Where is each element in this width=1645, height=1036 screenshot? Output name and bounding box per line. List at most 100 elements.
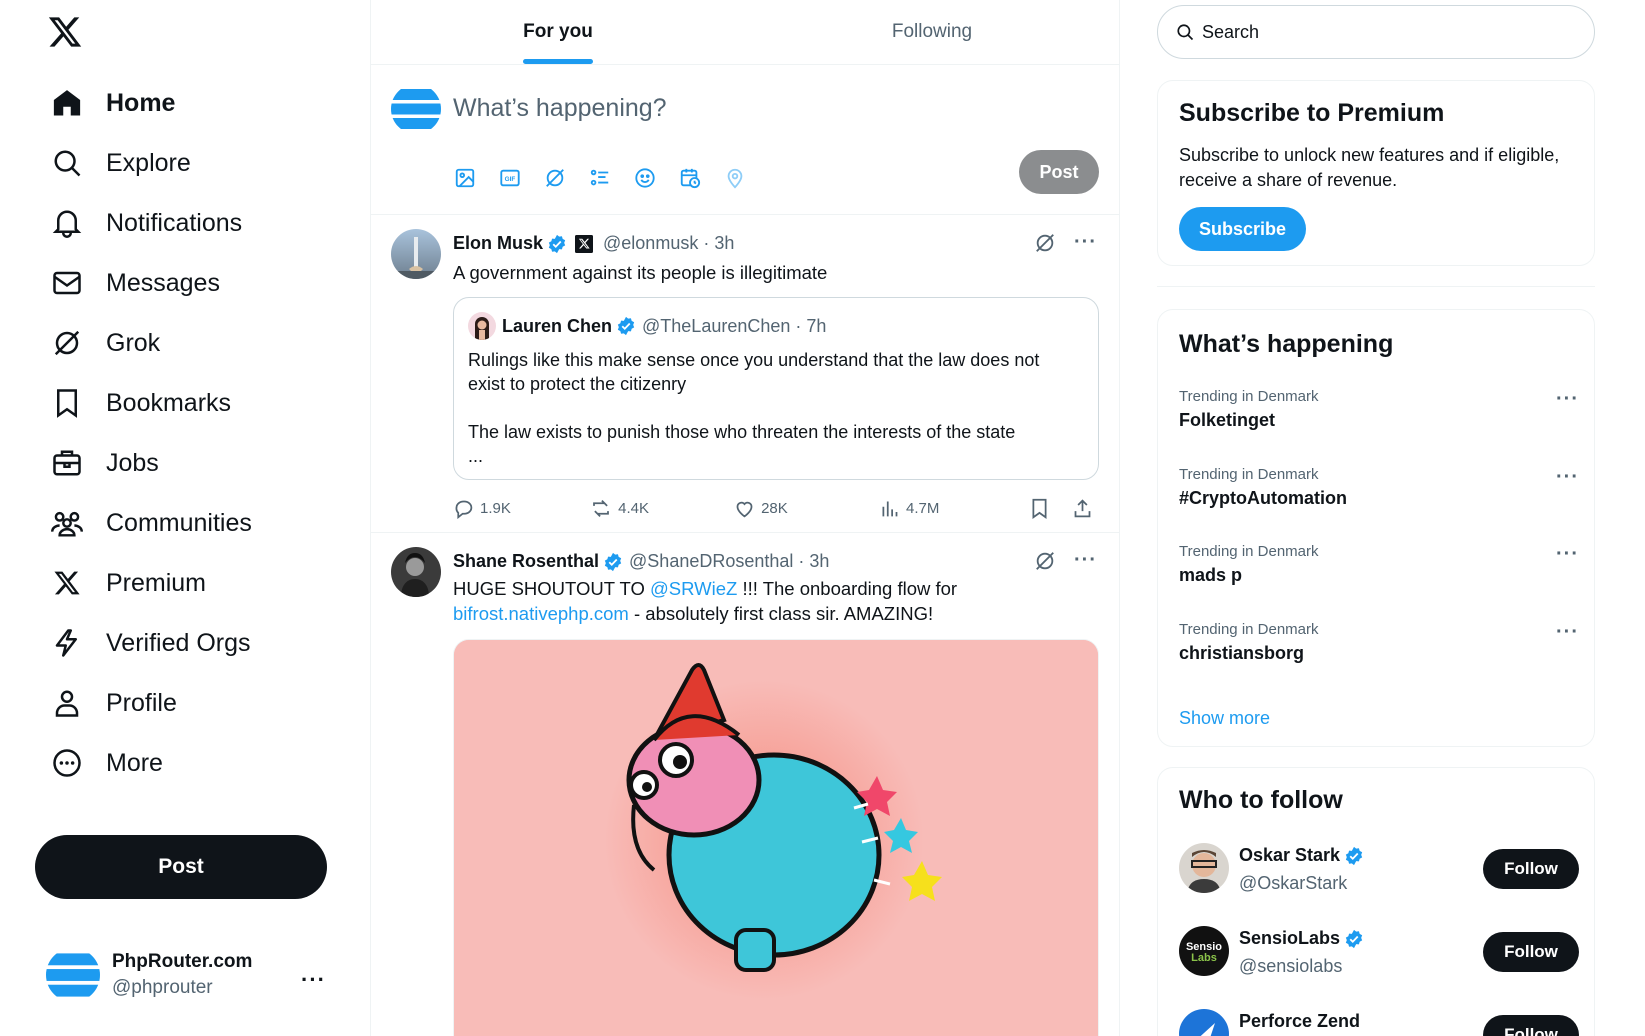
show-more-link[interactable]: Show more: [1179, 708, 1270, 729]
poll-icon[interactable]: [588, 166, 612, 190]
nav-profile[interactable]: Profile: [50, 680, 177, 726]
tweet[interactable]: Shane Rosenthal @ShaneDRosenthal · 3h ··…: [371, 533, 1119, 1036]
follow-button[interactable]: Follow: [1483, 932, 1579, 972]
follow-suggestion[interactable]: Sensio Labs SensioLabs @sensiolabs Follow: [1179, 926, 1579, 982]
nav-explore[interactable]: Explore: [50, 140, 191, 186]
grok-icon[interactable]: [543, 166, 567, 190]
trend-context: Trending in Denmark: [1179, 621, 1319, 638]
left-nav: Home Explore Notifications Messages Grok…: [0, 0, 370, 1036]
nav-jobs[interactable]: Jobs: [50, 440, 159, 486]
trend-item[interactable]: Trending in Denmark mads p ···: [1179, 543, 1579, 586]
schedule-icon[interactable]: [678, 166, 702, 190]
tab-indicator: [523, 59, 593, 64]
trend-context: Trending in Denmark: [1179, 466, 1319, 483]
grok-icon[interactable]: [1034, 550, 1056, 572]
avatar: [1179, 843, 1229, 893]
search-box[interactable]: [1157, 5, 1595, 59]
follow-button[interactable]: Follow: [1483, 1015, 1579, 1036]
reply-button[interactable]: 1.9K: [453, 498, 590, 519]
compose-post-button[interactable]: Post: [1019, 150, 1099, 194]
nav-messages[interactable]: Messages: [50, 260, 220, 306]
tweet-text-part: !!! The onboarding flow for: [737, 578, 958, 599]
mention-link[interactable]: @SRWieZ: [650, 578, 737, 599]
follow-button[interactable]: Follow: [1483, 849, 1579, 889]
grok-icon[interactable]: [1034, 232, 1056, 254]
author-name[interactable]: Elon Musk: [453, 233, 543, 254]
trend-context: Trending in Denmark: [1179, 543, 1319, 560]
more-icon[interactable]: ···: [1556, 466, 1579, 489]
home-icon: [50, 86, 84, 120]
trend-item[interactable]: Trending in Denmark #CryptoAutomation ··…: [1179, 466, 1579, 509]
nav-more[interactable]: More: [50, 740, 163, 786]
subscribe-button[interactable]: Subscribe: [1179, 207, 1306, 251]
quoted-tweet[interactable]: Lauren Chen @TheLaurenChen · 7h Rulings …: [453, 297, 1099, 480]
trend-item[interactable]: Trending in Denmark christiansborg ···: [1179, 621, 1579, 664]
person-icon: [50, 686, 84, 720]
name-text: Oskar Stark: [1239, 845, 1341, 865]
tweet-actions-top: ···: [1034, 231, 1097, 254]
bookmark-icon: [50, 386, 84, 420]
avatar: [391, 84, 441, 134]
author-name[interactable]: Shane Rosenthal: [453, 551, 599, 572]
nav-label: Verified Orgs: [106, 628, 251, 657]
location-icon[interactable]: [723, 166, 747, 190]
author-handle[interactable]: @ShaneDRosenthal · 3h: [629, 551, 829, 572]
nav-home[interactable]: Home: [50, 80, 175, 126]
verified-badge-icon: [603, 552, 623, 572]
more-icon[interactable]: ···: [301, 967, 326, 993]
nav-label: Profile: [106, 688, 177, 717]
envelope-icon: [50, 266, 84, 300]
nav-communities[interactable]: Communities: [50, 500, 252, 546]
who-to-follow-card: Who to follow Oskar Stark @OskarStark Fo…: [1157, 767, 1595, 1036]
nav-label: Premium: [106, 568, 207, 597]
premium-card: Subscribe to Premium Subscribe to unlock…: [1157, 80, 1595, 266]
tweet-text-part: - absolutely first class sir. AMAZING!: [628, 603, 934, 624]
views-button[interactable]: 4.7M: [879, 498, 1021, 519]
x-logo-icon[interactable]: [46, 14, 86, 54]
divider: [1157, 286, 1595, 287]
suggestion-name: Perforce Zend: [1239, 1011, 1360, 1032]
nav-premium[interactable]: Premium: [50, 560, 206, 606]
avatar[interactable]: [391, 229, 441, 279]
search-input[interactable]: [1202, 21, 1562, 43]
nav-bookmarks[interactable]: Bookmarks: [50, 380, 231, 426]
emoji-icon[interactable]: [633, 166, 657, 190]
share-button[interactable]: [1072, 498, 1099, 519]
quote-author-name: Lauren Chen: [502, 315, 613, 336]
nav-grok[interactable]: Grok: [50, 320, 160, 366]
search-icon: [1176, 23, 1194, 41]
more-icon[interactable]: ···: [1074, 231, 1097, 254]
x-logo-icon: [50, 566, 84, 600]
more-icon[interactable]: ···: [1556, 621, 1579, 644]
more-icon[interactable]: ···: [1556, 388, 1579, 411]
like-button[interactable]: 28K: [734, 498, 879, 519]
author-handle[interactable]: @elonmusk · 3h: [603, 233, 734, 254]
gif-icon[interactable]: GIF: [498, 166, 522, 190]
tab-following[interactable]: Following: [745, 0, 1119, 64]
repost-button[interactable]: 4.4K: [590, 498, 734, 519]
tweet[interactable]: Elon Musk @elonmusk · 3h ··· A governmen…: [371, 215, 1119, 533]
nav-verified-orgs[interactable]: Verified Orgs: [50, 620, 251, 666]
tab-for-you[interactable]: For you: [371, 0, 745, 64]
compose-input[interactable]: [453, 94, 1013, 123]
follow-suggestion[interactable]: Oskar Stark @OskarStark Follow: [1179, 843, 1579, 899]
bookmark-button[interactable]: [1029, 498, 1056, 519]
post-button[interactable]: Post: [35, 835, 327, 899]
name-text: SensioLabs: [1239, 928, 1341, 948]
trend-context: Trending in Denmark: [1179, 388, 1319, 405]
nav-label: Jobs: [106, 448, 159, 477]
tab-label: For you: [523, 21, 593, 42]
account-switcher[interactable]: PhpRouter.com @phprouter ···: [46, 945, 346, 1005]
image-icon[interactable]: [453, 166, 477, 190]
trend-item[interactable]: Trending in Denmark Folketinget ···: [1179, 388, 1579, 431]
more-icon[interactable]: ···: [1556, 543, 1579, 566]
more-icon[interactable]: ···: [1074, 549, 1097, 572]
url-link[interactable]: bifrost.nativephp.com: [453, 603, 629, 624]
tweet-media[interactable]: [453, 639, 1099, 1036]
tweet-actions: 1.9K 4.4K 28K 4.7M: [453, 498, 1099, 519]
nav-notifications[interactable]: Notifications: [50, 200, 242, 246]
avatar[interactable]: [391, 547, 441, 597]
follow-suggestion[interactable]: Perforce Zend Follow: [1179, 1009, 1579, 1036]
quote-line: The law exists to punish those who threa…: [468, 422, 1016, 442]
name-text: Perforce Zend: [1239, 1011, 1361, 1031]
